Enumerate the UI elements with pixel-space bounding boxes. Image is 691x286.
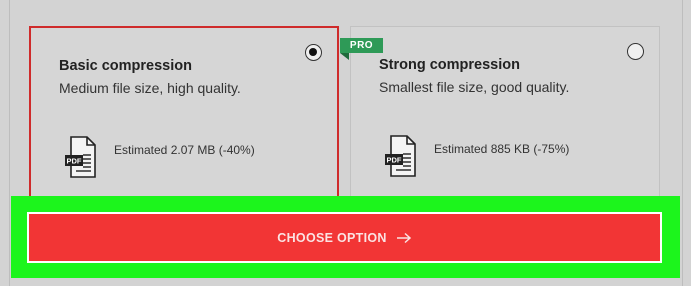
choose-option-label: CHOOSE OPTION [277,230,387,245]
pdf-file-icon: PDF [65,136,96,178]
option-title: Strong compression [379,57,520,73]
choose-option-button[interactable]: CHOOSE OPTION [27,212,662,263]
pro-badge: PRO [340,38,383,53]
option-card-strong-compression[interactable]: Strong compression Smallest file size, g… [350,26,660,206]
option-estimate: Estimated 2.07 MB (-40%) [114,143,255,157]
arrow-right-icon [396,232,411,243]
pdf-icon-label: PDF [387,156,402,165]
option-card-basic-compression[interactable]: Basic compression Medium file size, high… [29,26,339,206]
pdf-icon-label: PDF [67,157,82,166]
frame-border-right [682,0,683,286]
pro-badge-fold [340,53,349,60]
action-highlight: CHOOSE OPTION [11,196,680,278]
option-description: Medium file size, high quality. [59,80,241,96]
pdf-file-icon: PDF [385,135,416,177]
option-title: Basic compression [59,58,192,74]
radio-basic-compression[interactable] [305,44,322,61]
radio-strong-compression[interactable] [627,43,644,60]
option-estimate: Estimated 885 KB (-75%) [434,142,570,156]
option-description: Smallest file size, good quality. [379,79,570,95]
frame-border-left [9,0,10,286]
